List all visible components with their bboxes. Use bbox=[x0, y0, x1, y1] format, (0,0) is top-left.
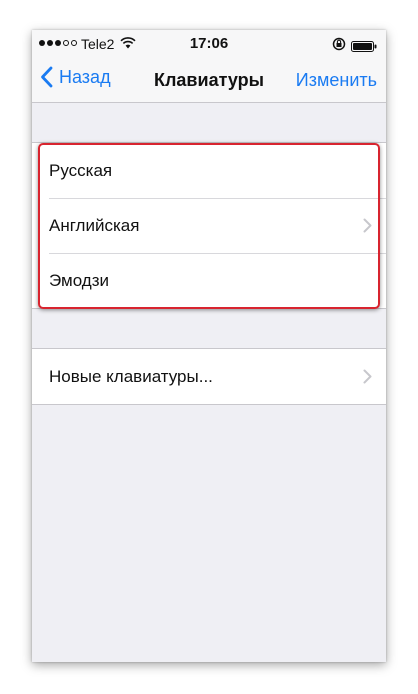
keyboard-item-label: Английская bbox=[49, 215, 140, 235]
status-bar: Tele2 17:06 bbox=[32, 30, 386, 58]
keyboard-item-emoji[interactable]: Эмодзи bbox=[32, 253, 386, 308]
new-keyboards-section: Новые клавиатуры... bbox=[32, 348, 386, 405]
phone-screen: Tele2 17:06 Назад Клавиатуры Изменить Ру… bbox=[32, 30, 386, 662]
keyboard-item-label: Эмодзи bbox=[49, 270, 110, 290]
keyboard-item-russian[interactable]: Русская bbox=[32, 143, 386, 198]
chevron-right-icon bbox=[363, 369, 372, 384]
chevron-right-icon bbox=[363, 218, 372, 233]
edit-button[interactable]: Изменить bbox=[296, 70, 377, 91]
navigation-bar: Назад Клавиатуры Изменить bbox=[32, 58, 386, 103]
rotation-lock-icon bbox=[332, 37, 346, 54]
new-keyboards-button[interactable]: Новые клавиатуры... bbox=[32, 349, 386, 404]
keyboard-item-label: Русская bbox=[49, 160, 113, 180]
battery-icon bbox=[351, 39, 377, 55]
keyboards-list: Русская Английская Эмодзи bbox=[32, 142, 386, 309]
keyboard-item-english[interactable]: Английская bbox=[32, 198, 386, 253]
new-keyboards-label: Новые клавиатуры... bbox=[49, 366, 213, 386]
